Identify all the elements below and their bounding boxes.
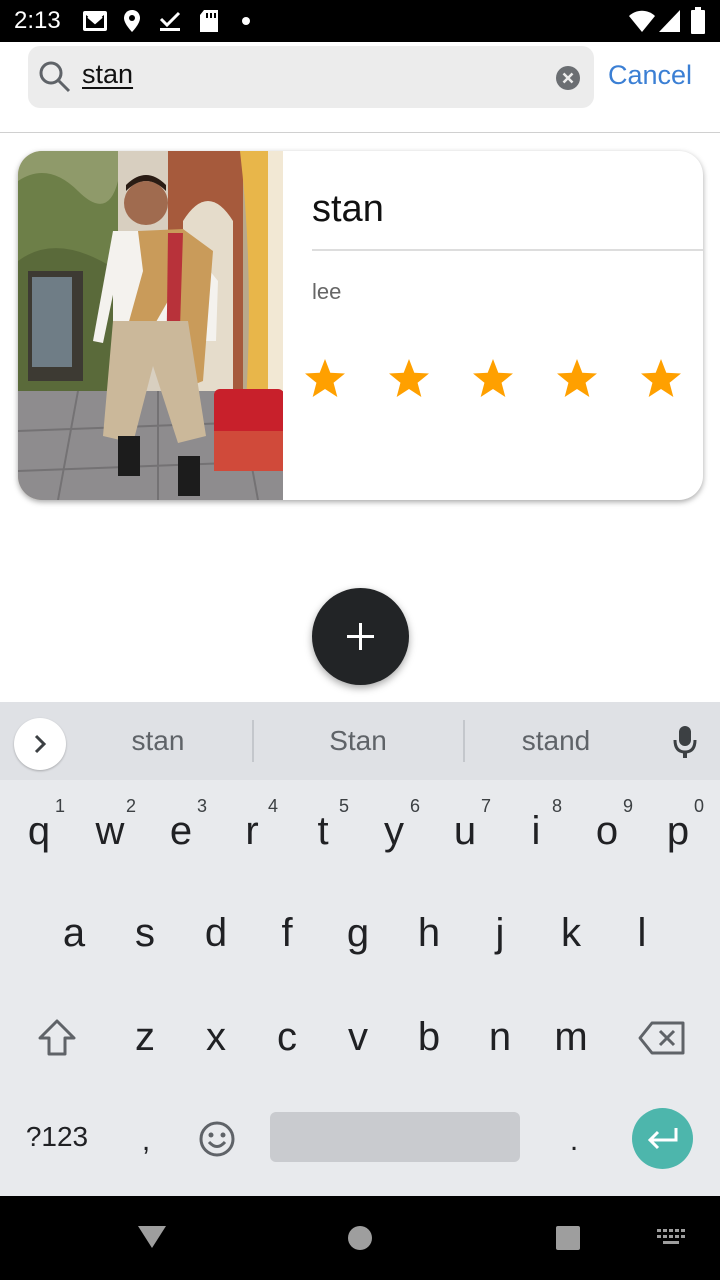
add-button[interactable] bbox=[312, 588, 409, 685]
result-card[interactable]: stan lee bbox=[18, 151, 703, 500]
mail-icon bbox=[83, 11, 107, 31]
status-time: 2:13 bbox=[14, 7, 61, 34]
chevron-right-icon bbox=[34, 734, 47, 754]
suggestion-divider bbox=[463, 720, 465, 762]
key-z[interactable]: z bbox=[115, 1002, 175, 1072]
suggestion-divider bbox=[252, 720, 254, 762]
clear-search-icon[interactable] bbox=[555, 65, 581, 91]
backspace-key-icon[interactable] bbox=[638, 1020, 686, 1056]
microphone-icon[interactable] bbox=[672, 724, 698, 760]
signal-icon bbox=[659, 10, 680, 32]
suggestion-strip: stan Stan stand bbox=[0, 702, 720, 780]
location-icon bbox=[124, 10, 140, 32]
key-hint-p: 0 bbox=[694, 796, 705, 816]
key-c[interactable]: c bbox=[257, 1002, 317, 1072]
card-title: stan bbox=[312, 188, 384, 230]
key-x[interactable]: x bbox=[186, 1002, 246, 1072]
navigation-bar bbox=[0, 1196, 720, 1280]
key-j[interactable]: j bbox=[470, 898, 530, 968]
key-k[interactable]: k bbox=[541, 898, 601, 968]
key-g[interactable]: g bbox=[328, 898, 388, 968]
key-a[interactable]: a bbox=[44, 898, 104, 968]
search-icon bbox=[39, 61, 71, 93]
key-n[interactable]: n bbox=[470, 1002, 530, 1072]
key-f[interactable]: f bbox=[257, 898, 317, 968]
key-s[interactable]: s bbox=[115, 898, 175, 968]
key-hint-w: 2 bbox=[126, 796, 137, 816]
plus-icon bbox=[347, 623, 374, 650]
key-hint-y: 6 bbox=[410, 796, 421, 816]
suggestion-2[interactable]: Stan bbox=[288, 724, 428, 758]
key-hint-t: 5 bbox=[339, 796, 350, 816]
battery-icon bbox=[691, 7, 705, 34]
expand-toolbar-button[interactable] bbox=[14, 718, 66, 770]
soft-keyboard: stan Stan stand q1w2e3r4t5y6u7i8o9p0 asd… bbox=[0, 702, 720, 1196]
key-h[interactable]: h bbox=[399, 898, 459, 968]
key-m[interactable]: m bbox=[541, 1002, 601, 1072]
task-done-icon bbox=[159, 11, 181, 31]
star-icon bbox=[389, 359, 429, 397]
comma-key[interactable]: , bbox=[116, 1106, 176, 1176]
home-nav-icon[interactable] bbox=[346, 1224, 374, 1252]
star-icon bbox=[641, 359, 681, 397]
star-icon bbox=[473, 359, 513, 397]
key-hint-o: 9 bbox=[623, 796, 634, 816]
sd-card-icon bbox=[200, 10, 218, 32]
key-hint-q: 1 bbox=[55, 796, 66, 816]
key-hint-e: 3 bbox=[197, 796, 208, 816]
key-hint-r: 4 bbox=[268, 796, 279, 816]
back-nav-icon[interactable] bbox=[136, 1224, 168, 1250]
suggestion-1[interactable]: stan bbox=[88, 724, 228, 758]
wifi-icon bbox=[629, 10, 655, 32]
card-subtitle: lee bbox=[312, 279, 342, 304]
star-icon bbox=[305, 359, 345, 397]
symbols-key[interactable]: ?123 bbox=[14, 1102, 100, 1172]
star-rating bbox=[302, 357, 702, 401]
enter-arrow-icon bbox=[647, 1128, 678, 1150]
shift-key-icon[interactable] bbox=[36, 1018, 78, 1058]
suggestion-3[interactable]: stand bbox=[486, 724, 626, 758]
enter-key[interactable] bbox=[632, 1108, 693, 1169]
search-query-text[interactable]: stan bbox=[82, 58, 133, 90]
status-bar: 2:13 bbox=[0, 0, 720, 42]
keyboard-switch-icon[interactable] bbox=[656, 1228, 686, 1246]
cancel-button[interactable]: Cancel bbox=[608, 59, 692, 91]
key-hint-i: 8 bbox=[552, 796, 563, 816]
emoji-key-icon[interactable] bbox=[198, 1120, 236, 1158]
period-key[interactable]: . bbox=[544, 1106, 604, 1176]
key-d[interactable]: d bbox=[186, 898, 246, 968]
recents-nav-icon[interactable] bbox=[554, 1224, 582, 1252]
space-key[interactable] bbox=[270, 1112, 520, 1162]
key-l[interactable]: l bbox=[612, 898, 672, 968]
notification-dot-icon bbox=[242, 17, 250, 25]
search-header: stan Cancel bbox=[0, 42, 720, 133]
star-icon bbox=[557, 359, 597, 397]
profile-photo bbox=[18, 151, 283, 500]
divider bbox=[312, 249, 703, 251]
key-hint-u: 7 bbox=[481, 796, 492, 816]
key-b[interactable]: b bbox=[399, 1002, 459, 1072]
key-v[interactable]: v bbox=[328, 1002, 388, 1072]
